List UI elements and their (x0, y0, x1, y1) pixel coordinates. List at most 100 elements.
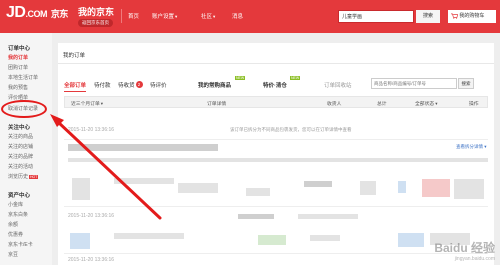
sidebar-item-followed-brands[interactable]: 关注的品牌 (8, 153, 33, 160)
chevron-down-icon: ▾ (175, 14, 178, 19)
baidu-watermark: Baidu 经验 jingyan.baidu.com (434, 239, 495, 262)
tab-pending-receipt[interactable]: 待收货 2 (118, 81, 143, 89)
nav-account-settings[interactable]: 账户设置▾ (152, 12, 177, 20)
sidebar-section-assets: 资产中心 (8, 193, 31, 199)
nav-messages[interactable]: 消息 (232, 12, 243, 20)
blurred-content (114, 178, 174, 184)
row-divider (64, 139, 488, 140)
nav-divider (121, 9, 122, 23)
highlight-annotation (1, 100, 47, 118)
sidebar-item-group-orders[interactable]: 团购订单 (8, 64, 28, 71)
blurred-content (178, 183, 218, 193)
sidebar-item-my-orders[interactable]: 我的订单 (8, 54, 28, 61)
split-notice-text: 该订单已拆分为不同商品包裹发货，您可以在订单详情中查看 (230, 127, 352, 132)
watermark-url: jingyan.baidu.com (454, 256, 495, 262)
sidebar-item-followed-products[interactable]: 关注的商品 (8, 133, 33, 140)
sidebar: 订单中心 我的订单 团购订单 本地生活订单 我的预售 评价晒单 取消订单记录 关… (0, 33, 52, 265)
order-search-input[interactable] (372, 79, 456, 88)
chevron-down-icon: ▾ (435, 101, 438, 106)
orders-panel: 我的订单 全部订单 待付款 待收货 2 待评价 我的常购商品 NEW 特价·清仓 … (58, 43, 494, 265)
title-divider (58, 63, 494, 64)
order-date: 2015-11-20 13:36:16 (68, 257, 115, 263)
row-divider (64, 253, 488, 254)
sidebar-item-gift-cards[interactable]: 京东卡/E卡 (8, 241, 33, 248)
nav-community[interactable]: 社区▾ (201, 12, 215, 20)
orders-table-header: 近三个月订单▾ 订单详情 收货人 总计 全部状态▾ 操作 (64, 96, 488, 108)
column-recipient: 收货人 (327, 102, 342, 107)
sidebar-item-baitiao[interactable]: 京东白条 (8, 211, 28, 218)
sidebar-item-presale[interactable]: 我的预售 (8, 84, 28, 91)
cart-label: 我的购物车 (459, 13, 485, 19)
hot-badge: HOT (29, 174, 39, 179)
cart-button[interactable]: 我的购物车 (448, 10, 496, 23)
search-box (338, 10, 414, 23)
page-title: 我的订单 (63, 53, 86, 59)
tab-pending-receipt-label: 待收货 (118, 83, 135, 89)
sidebar-item-balance[interactable]: 余额 (8, 221, 18, 228)
chevron-down-icon: ▾ (100, 101, 104, 106)
new-tag: NEW (290, 76, 301, 80)
count-badge: 2 (135, 81, 143, 88)
column-actions: 操作 (469, 102, 479, 107)
order-search-button[interactable]: 搜索 (458, 78, 474, 89)
filter-period-dropdown[interactable]: 近三个月订单▾ (71, 100, 103, 107)
jd-logo[interactable]: JD.COM 京东 (6, 5, 68, 22)
product-thumbnail[interactable] (70, 233, 90, 249)
sidebar-item-history[interactable]: 浏览历史 HOT (8, 173, 39, 180)
logo-dot: .COM (25, 9, 47, 19)
tab-clearance[interactable]: 特价·清仓 (263, 81, 287, 89)
new-tag: NEW (235, 76, 246, 80)
sidebar-section-orders: 订单中心 (8, 46, 31, 52)
blurred-content (258, 235, 286, 245)
blurred-content (246, 188, 270, 196)
blurred-content (310, 235, 340, 241)
logo-text: JD (6, 4, 26, 21)
sidebar-item-followed-events[interactable]: 关注的活动 (8, 163, 33, 170)
my-jd-title[interactable]: 我的京东 (78, 5, 114, 18)
logo-cn: 京东 (50, 9, 69, 19)
sidebar-item-coupons[interactable]: 优惠券 (8, 231, 23, 238)
back-to-home-link[interactable]: 返回京东首页 (78, 19, 113, 27)
nav-community-label: 社区 (201, 14, 213, 20)
column-order-details: 订单详情 (207, 102, 227, 107)
filter-status-dropdown[interactable]: 全部状态▾ (415, 100, 437, 107)
sidebar-item-local-orders[interactable]: 本地生活订单 (8, 74, 38, 81)
blurred-content (68, 144, 218, 151)
sidebar-item-vault[interactable]: 小金库 (8, 201, 23, 208)
blurred-content (114, 233, 184, 239)
order-date: 2015-11-20 13:36:16 (68, 127, 115, 133)
view-split-details-link[interactable]: 查看拆分详情 ▾ (456, 144, 487, 150)
tab-pending-payment[interactable]: 待付款 (94, 81, 111, 89)
blurred-content (238, 214, 274, 219)
chevron-down-icon: ▾ (213, 14, 216, 19)
blurred-content (454, 179, 484, 199)
search-button[interactable]: 搜索 (416, 10, 440, 23)
blurred-content (360, 181, 376, 195)
top-bar: JD.COM 京东 我的京东 返回京东首页 首页 账户设置▾ 社区▾ 消息 搜索… (0, 0, 500, 33)
search-input[interactable] (339, 11, 413, 22)
blurred-content (398, 181, 406, 193)
product-thumbnail[interactable] (72, 178, 90, 200)
cart-icon (451, 13, 459, 19)
tab-frequent-products[interactable]: 我的常购商品 (198, 81, 231, 89)
row-divider (64, 206, 488, 207)
sidebar-item-followed-shops[interactable]: 关注的店铺 (8, 143, 33, 150)
order-recycle-bin-link[interactable]: 订单回收站 (324, 81, 352, 89)
filter-period-label: 近三个月订单 (71, 102, 100, 107)
blurred-content (298, 214, 358, 219)
order-search-box (371, 78, 457, 89)
nav-home[interactable]: 首页 (128, 12, 139, 20)
tab-all-orders[interactable]: 全部订单 (64, 81, 87, 92)
order-date: 2015-11-20 13:36:16 (68, 213, 115, 219)
tab-pending-review[interactable]: 待评价 (150, 81, 167, 89)
blurred-content (398, 233, 424, 247)
split-notice: 该订单已拆分为不同商品包裹发货，您可以在订单详情中查看 (230, 127, 352, 133)
sidebar-item-history-label: 浏览历史 (8, 174, 29, 180)
watermark-main: Baidu 经验 (434, 241, 495, 255)
sidebar-item-jd-beans[interactable]: 京豆 (8, 251, 18, 258)
filter-status-label: 全部状态 (415, 102, 435, 107)
nav-account-settings-label: 账户设置 (152, 14, 175, 20)
column-total: 总计 (377, 102, 387, 107)
main-content: 我的订单 全部订单 待付款 待收货 2 待评价 我的常购商品 NEW 特价·清仓 … (52, 33, 500, 265)
blurred-content (68, 158, 488, 162)
